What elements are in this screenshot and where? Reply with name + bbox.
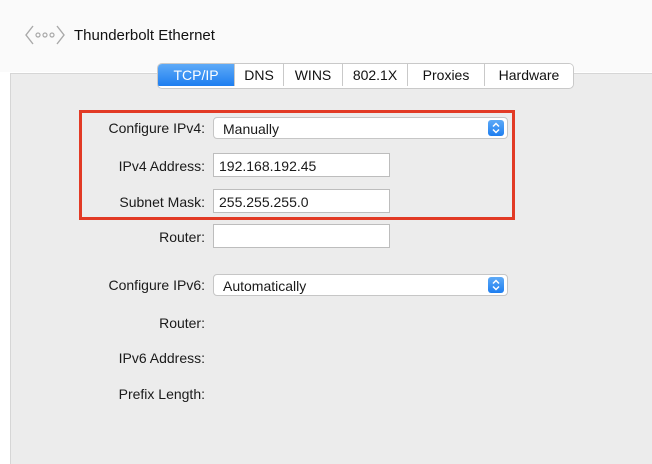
ipv6-router-label: Router:	[159, 315, 205, 331]
tab-hardware[interactable]: Hardware	[484, 64, 573, 86]
tab-dns[interactable]: DNS	[234, 64, 283, 86]
ipv4-router-label: Router:	[159, 229, 205, 245]
configure-ipv6-value: Automatically	[223, 278, 307, 294]
annotation-highlight-box	[79, 110, 515, 220]
ipv6-address-label: IPv6 Address:	[118, 350, 205, 366]
tab-bar: TCP/IP DNS WINS 802.1X Proxies Hardware	[157, 63, 574, 89]
interface-title: Thunderbolt Ethernet	[74, 27, 215, 44]
header-bar: Thunderbolt Ethernet	[0, 0, 652, 72]
network-dots-icon	[25, 25, 65, 45]
chevron-up-down-icon	[488, 277, 504, 293]
prefix-length-label: Prefix Length:	[118, 386, 205, 402]
ipv4-router-field[interactable]	[213, 224, 390, 248]
tab-802-1x[interactable]: 802.1X	[342, 64, 407, 86]
tab-tcp-ip[interactable]: TCP/IP	[158, 64, 234, 86]
tab-wins[interactable]: WINS	[283, 64, 342, 86]
network-advanced-window: Thunderbolt Ethernet TCP/IP DNS WINS 802…	[0, 0, 652, 464]
configure-ipv6-select[interactable]: Automatically	[213, 274, 508, 296]
configure-ipv6-label: Configure IPv6:	[108, 277, 206, 293]
tab-proxies[interactable]: Proxies	[407, 64, 484, 86]
